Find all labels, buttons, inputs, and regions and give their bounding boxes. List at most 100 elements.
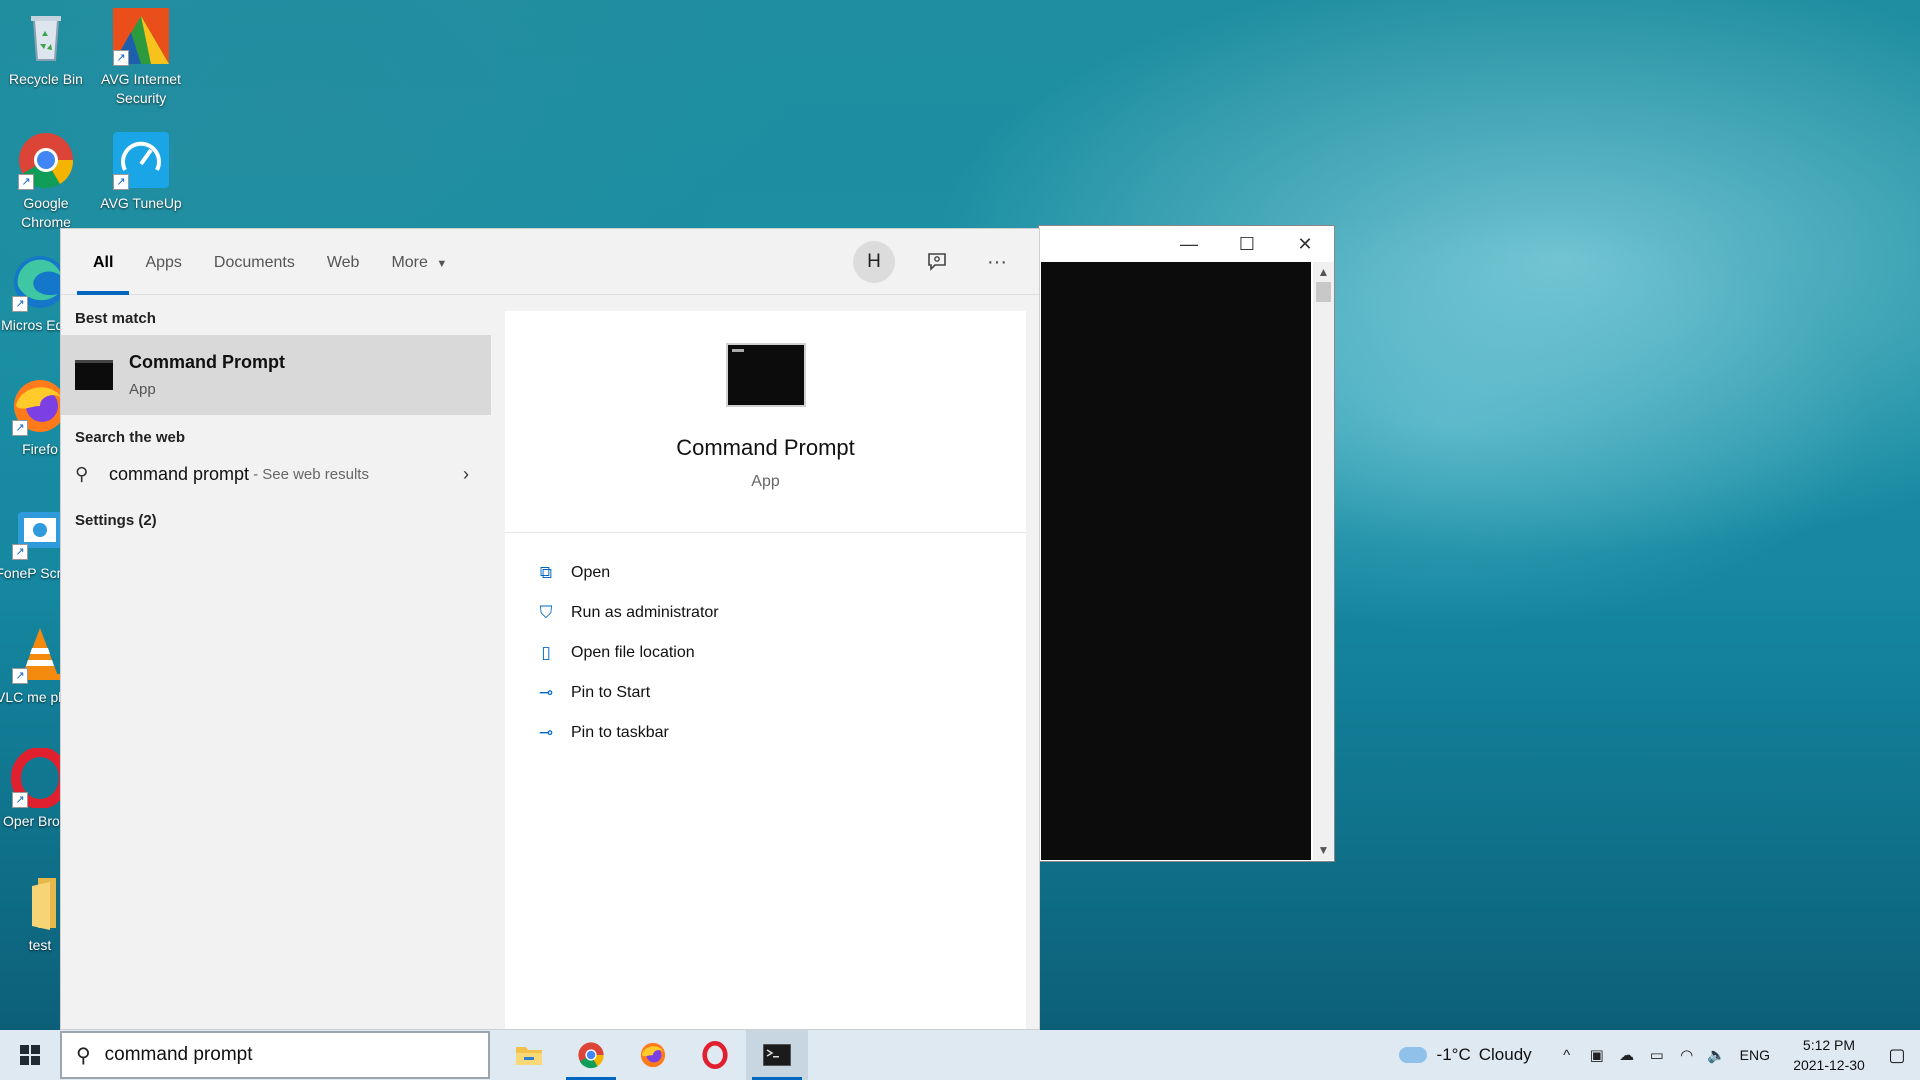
weather-condition: Cloudy: [1478, 1045, 1532, 1064]
onedrive-error-icon[interactable]: ☁: [1612, 1046, 1642, 1064]
search-input[interactable]: command prompt: [105, 1044, 253, 1066]
meet-now-icon[interactable]: ▣: [1582, 1046, 1612, 1064]
action-label: Pin to Start: [571, 684, 651, 701]
search-icon: ⚲: [76, 1044, 91, 1067]
results-list: Best match Command Prompt App Search the…: [61, 296, 491, 1029]
minimize-icon: —: [1180, 233, 1198, 254]
desktop-icon-label: AVG TuneUp: [100, 195, 182, 211]
desktop-icon-label: AVG Internet Security: [101, 71, 181, 106]
best-match-heading: Best match: [75, 310, 156, 327]
minimize-button[interactable]: —: [1160, 226, 1218, 262]
console-titlebar[interactable]: — ☐ ✕: [1039, 226, 1334, 262]
opera-icon: [702, 1041, 728, 1069]
pin-icon: ⊸: [538, 683, 554, 702]
close-button[interactable]: ✕: [1276, 226, 1334, 262]
cmd-icon: [763, 1044, 791, 1066]
action-open-file-location[interactable]: ▯ Open file location: [505, 633, 1026, 673]
shield-icon: ⛉: [539, 603, 553, 622]
action-label: Run as administrator: [571, 604, 719, 621]
best-match-subtitle: App: [129, 381, 156, 398]
chrome-icon: [578, 1042, 604, 1069]
avg-internet-security-icon: ↗: [111, 6, 171, 66]
cloud-icon: [1398, 1047, 1427, 1063]
clock-date: 2021-12-30: [1793, 1057, 1865, 1073]
desktop-icon-label: Recycle Bin: [9, 71, 83, 87]
tab-apps[interactable]: Apps: [129, 254, 197, 294]
web-query: command prompt: [109, 463, 250, 484]
feedback-icon: [928, 253, 946, 271]
tab-more[interactable]: More ▼: [375, 254, 463, 294]
tab-label: Documents: [213, 254, 295, 271]
taskbar-app-firefox[interactable]: [622, 1030, 684, 1080]
tab-label: Apps: [145, 254, 182, 271]
clock-time: 5:12 PM: [1802, 1037, 1856, 1053]
avg-tuneup-icon: ↗: [111, 130, 171, 190]
search-panel: All Apps Documents Web More ▼ H ··· Best…: [60, 228, 1040, 1030]
taskbar: ⚲ command prompt -1°C Cloudy ^ ▣ ☁ ▭ ◠ 🔈: [0, 1030, 1920, 1080]
detail-header: Command Prompt App: [505, 311, 1026, 533]
web-hint: - See web results: [253, 465, 369, 483]
desktop-icon-recycle-bin[interactable]: Recycle Bin: [0, 6, 92, 89]
settings-heading[interactable]: Settings (2): [61, 494, 491, 537]
tab-label: Web: [326, 254, 360, 271]
best-match-item[interactable]: Command Prompt App: [61, 335, 491, 415]
wifi-icon[interactable]: ◠: [1672, 1046, 1702, 1064]
desktop-icon-google-chrome[interactable]: ↗ Google Chrome: [0, 130, 92, 232]
detail-pane: Command Prompt App ⧉ Open ⛉ Run as admin…: [505, 311, 1026, 1029]
maximize-icon: ☐: [1238, 233, 1256, 254]
more-options-button[interactable]: ···: [979, 244, 1015, 280]
tab-label: More: [391, 254, 428, 271]
recycle-bin-icon: [16, 6, 76, 66]
chevron-right-icon[interactable]: ›: [463, 464, 469, 485]
volume-icon[interactable]: 🔈: [1702, 1046, 1732, 1064]
battery-icon[interactable]: ▭: [1642, 1046, 1672, 1064]
weather-widget[interactable]: -1°C Cloudy: [1398, 1045, 1532, 1065]
tab-all[interactable]: All: [77, 254, 130, 295]
console-window[interactable]: — ☐ ✕ ▲ ▼: [1038, 225, 1335, 862]
action-pin-to-taskbar[interactable]: ⊸ Pin to taskbar: [505, 713, 1026, 753]
taskbar-app-opera[interactable]: [684, 1030, 746, 1080]
search-web-heading: Search the web: [75, 429, 186, 446]
taskbar-app-file-explorer[interactable]: [498, 1030, 560, 1080]
file-location-icon: ▯: [541, 643, 551, 662]
scroll-down-icon[interactable]: ▼: [1313, 840, 1334, 860]
pin-icon: ⊸: [538, 723, 554, 742]
action-open[interactable]: ⧉ Open: [505, 553, 1026, 593]
console-output[interactable]: [1041, 262, 1311, 860]
system-tray: -1°C Cloudy ^ ▣ ☁ ▭ ◠ 🔈 ENG 5:12 PM 2021…: [1398, 1030, 1920, 1080]
more-options-icon: ···: [987, 250, 1007, 273]
notifications-icon[interactable]: ▢: [1874, 1045, 1920, 1066]
tab-label: All: [93, 254, 114, 271]
detail-subtitle: App: [751, 473, 780, 490]
close-icon: ✕: [1297, 233, 1313, 254]
desktop-icon-avg-internet-security[interactable]: ↗ AVG Internet Security: [95, 6, 187, 108]
taskbar-search-box[interactable]: ⚲ command prompt: [60, 1031, 490, 1079]
taskbar-app-chrome[interactable]: [560, 1030, 622, 1080]
action-label: Open: [571, 564, 611, 581]
detail-title: Command Prompt: [676, 435, 855, 460]
maximize-button[interactable]: ☐: [1218, 226, 1276, 262]
tab-web[interactable]: Web: [311, 254, 376, 294]
taskbar-apps: [498, 1030, 808, 1080]
weather-temp: -1°C: [1436, 1045, 1471, 1064]
search-tabs: All Apps Documents Web More ▼ H ···: [61, 229, 1039, 295]
clock[interactable]: 5:12 PM 2021-12-30: [1784, 1035, 1874, 1075]
action-label: Pin to taskbar: [571, 724, 669, 741]
start-button[interactable]: [0, 1030, 60, 1080]
tab-documents[interactable]: Documents: [198, 254, 311, 294]
action-pin-to-start[interactable]: ⊸ Pin to Start: [505, 673, 1026, 713]
language-indicator[interactable]: ENG: [1740, 1047, 1770, 1063]
avatar[interactable]: H: [853, 241, 895, 283]
scroll-up-icon[interactable]: ▲: [1313, 262, 1334, 282]
console-scrollbar[interactable]: ▲ ▼: [1313, 262, 1334, 860]
desktop-icon-avg-tuneup[interactable]: ↗ AVG TuneUp: [95, 130, 187, 213]
feedback-button[interactable]: [919, 244, 955, 280]
action-run-as-admin[interactable]: ⛉ Run as administrator: [505, 593, 1026, 633]
web-result-row[interactable]: ⚲ command prompt - See web results ›: [61, 454, 491, 494]
taskbar-app-command-prompt[interactable]: [746, 1030, 808, 1080]
scroll-thumb[interactable]: [1316, 282, 1331, 302]
file-explorer-icon: [516, 1047, 542, 1065]
detail-actions: ⧉ Open ⛉ Run as administrator ▯ Open fil…: [505, 533, 1026, 753]
cmd-icon: [75, 360, 113, 390]
chevron-up-icon[interactable]: ^: [1552, 1047, 1582, 1064]
